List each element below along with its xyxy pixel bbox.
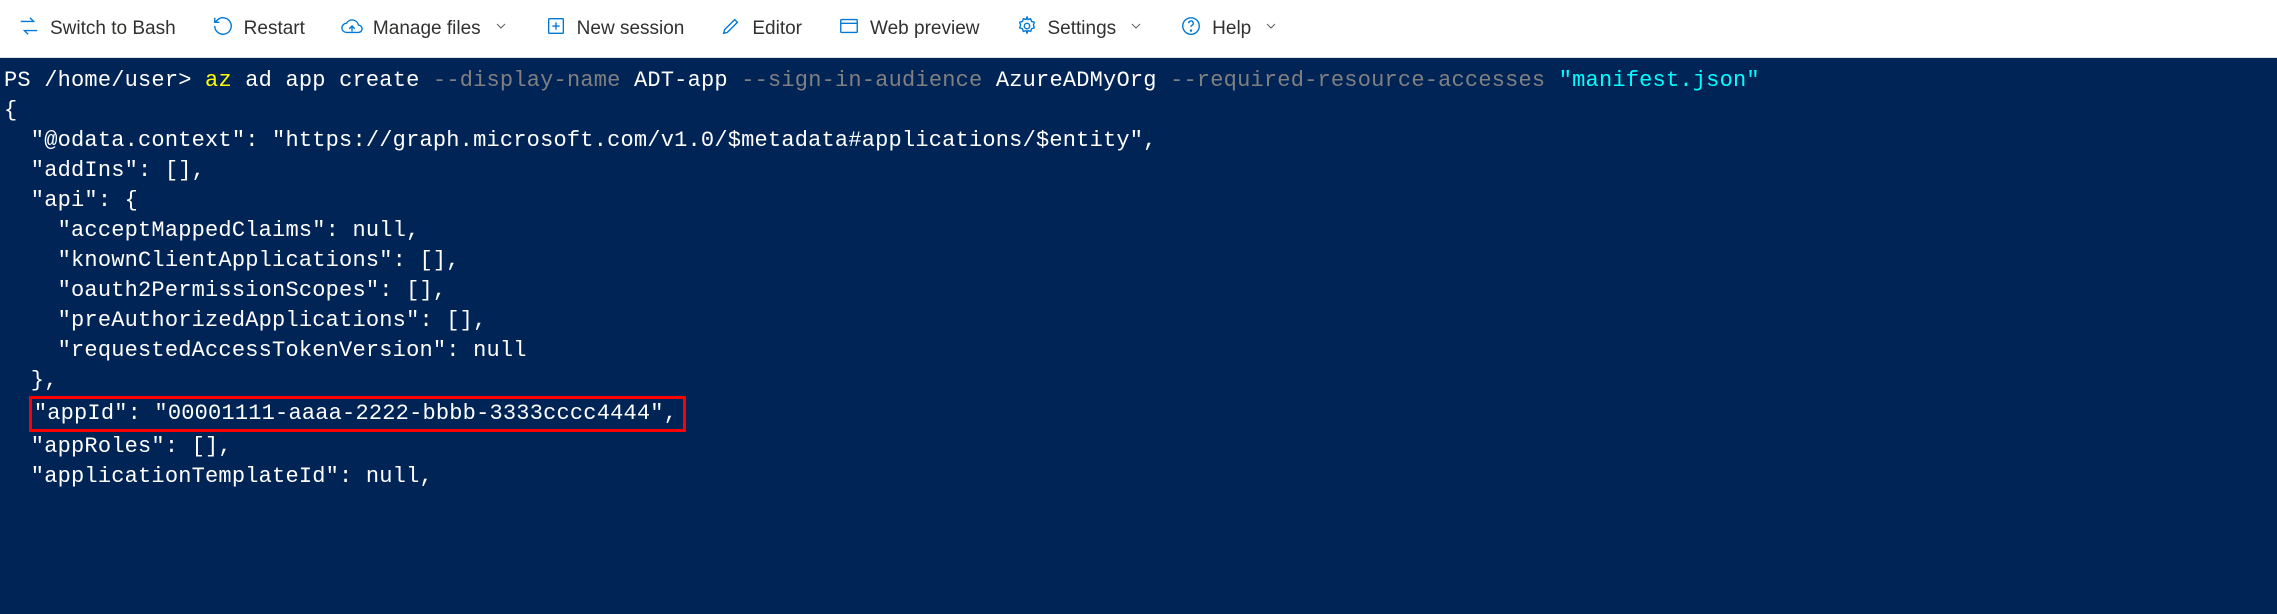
output-line: "appRoles": [], (4, 434, 232, 459)
command-az: az (192, 68, 232, 93)
output-line: "oauth2PermissionScopes": [], (4, 278, 446, 303)
flag-sign-in-audience: --sign-in-audience (741, 68, 982, 93)
gear-icon (1016, 15, 1038, 43)
new-session-button[interactable]: New session (541, 9, 689, 49)
switch-icon (18, 15, 40, 43)
editor-button[interactable]: Editor (716, 9, 806, 49)
restart-label: Restart (244, 18, 305, 40)
output-line: "applicationTemplateId": null, (4, 464, 433, 489)
new-session-icon (545, 15, 567, 43)
settings-label: Settings (1048, 18, 1117, 40)
value-sign-in-audience: AzureADMyOrg (982, 68, 1170, 93)
restart-icon (212, 15, 234, 43)
terminal-output[interactable]: PS /home/user> az ad app create --displa… (0, 58, 2277, 614)
output-line: "addIns": [], (4, 158, 205, 183)
switch-label: Switch to Bash (50, 18, 176, 40)
output-line: "acceptMappedClaims": null, (4, 218, 419, 243)
help-label: Help (1212, 18, 1251, 40)
cloud-upload-icon (341, 15, 363, 43)
output-line: { (4, 98, 17, 123)
output-line: "preAuthorizedApplications": [], (4, 308, 486, 333)
output-line: "@odata.context": "https://graph.microso… (4, 128, 1157, 153)
output-line: "api": { (4, 188, 138, 213)
command-args: ad app create (232, 68, 433, 93)
new-session-label: New session (577, 18, 685, 40)
help-icon (1180, 15, 1202, 43)
web-preview-label: Web preview (870, 18, 979, 40)
manage-files-label: Manage files (373, 18, 481, 40)
chevron-down-icon (1128, 18, 1144, 40)
web-preview-icon (838, 15, 860, 43)
switch-to-bash-button[interactable]: Switch to Bash (14, 9, 180, 49)
help-button[interactable]: Help (1176, 9, 1283, 49)
editor-label: Editor (752, 18, 802, 40)
manage-files-button[interactable]: Manage files (337, 9, 513, 49)
output-line: }, (4, 368, 58, 393)
chevron-down-icon (493, 18, 509, 40)
web-preview-button[interactable]: Web preview (834, 9, 983, 49)
output-line: "knownClientApplications": [], (4, 248, 460, 273)
pencil-icon (720, 15, 742, 43)
flag-display-name: --display-name (433, 68, 621, 93)
cloud-shell-toolbar: Switch to Bash Restart Manage files New … (0, 0, 2277, 58)
value-display-name: ADT-app (621, 68, 742, 93)
chevron-down-icon (1263, 18, 1279, 40)
settings-button[interactable]: Settings (1012, 9, 1149, 49)
output-line: "requestedAccessTokenVersion": null (4, 338, 527, 363)
appid-highlight: "appId": "00001111-aaaa-2222-bbbb-3333cc… (29, 396, 686, 432)
restart-button[interactable]: Restart (208, 9, 309, 49)
value-manifest: "manifest.json" (1545, 68, 1759, 93)
prompt: PS /home/user> (4, 68, 192, 93)
flag-required-resource-accesses: --required-resource-accesses (1170, 68, 1545, 93)
